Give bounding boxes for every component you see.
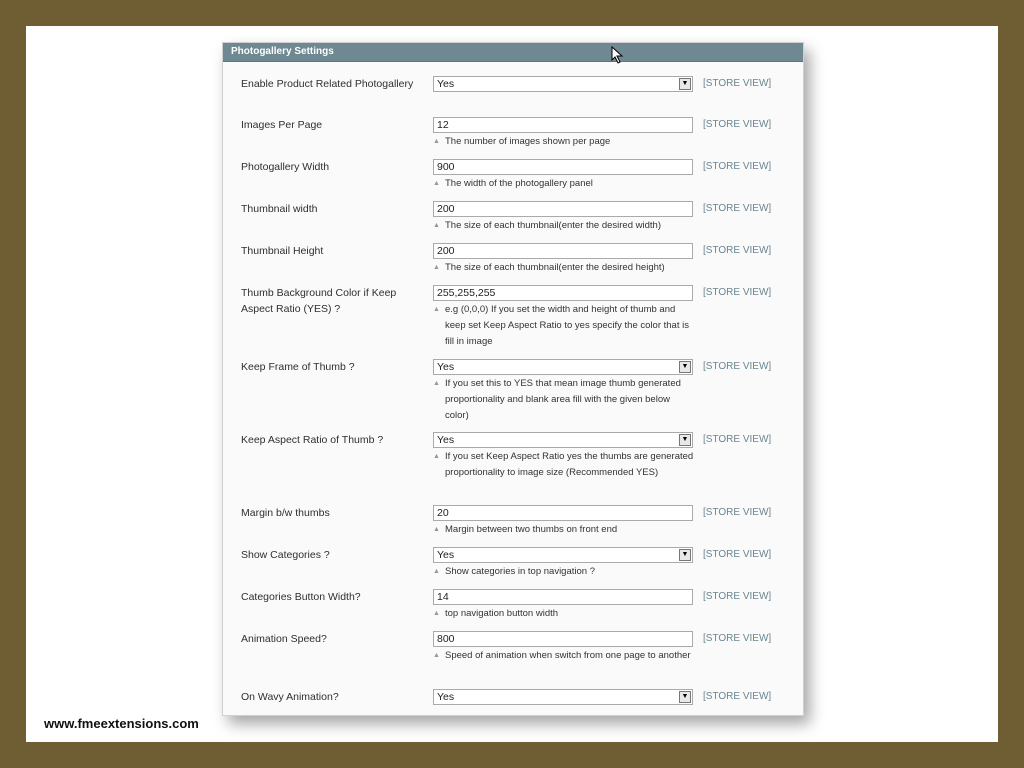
setting-label: Images Per Page <box>241 119 323 131</box>
note-triangle-icon: ▲ <box>433 222 440 229</box>
setting-label: Thumb Background Color if Keep Aspect Ra… <box>241 287 397 315</box>
field-note: ▲ e.g (0,0,0) If you set the width and h… <box>433 302 695 350</box>
note-text: top navigation button width <box>445 608 559 619</box>
setting-label: Animation Speed? <box>241 633 327 645</box>
note-text: The size of each thumbnail(enter the des… <box>445 262 665 273</box>
animation-speed-input[interactable]: 800 <box>433 631 693 647</box>
show-categories-select[interactable]: Yes ▼ <box>433 547 693 563</box>
photogallery-settings-panel: Photogallery Settings Enable Product Rel… <box>222 42 804 716</box>
photogallery-width-input[interactable]: 900 <box>433 159 693 175</box>
setting-label: Show Categories ? <box>241 549 330 561</box>
field-note: ▲ The size of each thumbnail(enter the d… <box>433 218 695 234</box>
note-triangle-icon: ▲ <box>433 652 440 659</box>
note-triangle-icon: ▲ <box>433 264 440 271</box>
note-text: Show categories in top navigation ? <box>445 566 595 577</box>
note-triangle-icon: ▲ <box>433 453 440 460</box>
select-value: Yes <box>437 434 455 446</box>
note-text: The width of the photogallery panel <box>445 178 593 189</box>
dropdown-arrow-icon[interactable]: ▼ <box>679 691 691 703</box>
note-triangle-icon: ▲ <box>433 610 440 617</box>
dropdown-arrow-icon[interactable]: ▼ <box>679 434 691 446</box>
scope-label: [STORE VIEW] <box>703 434 772 445</box>
note-text: Speed of animation when switch from one … <box>445 650 691 661</box>
field-note: ▲ If you set Keep Aspect Ratio yes the t… <box>433 449 695 481</box>
images-per-page-input[interactable]: 12 <box>433 117 693 133</box>
select-value: Yes <box>437 361 455 373</box>
dropdown-arrow-icon[interactable]: ▼ <box>679 361 691 373</box>
select-value: Yes <box>437 549 455 561</box>
thumbnail-height-input[interactable]: 200 <box>433 243 693 259</box>
setting-label: Keep Frame of Thumb ? <box>241 361 355 373</box>
setting-label: On Wavy Animation? <box>241 691 339 703</box>
setting-label: Thumbnail width <box>241 203 318 215</box>
field-note: ▲ The width of the photogallery panel <box>433 176 695 192</box>
select-value: Yes <box>437 78 455 90</box>
note-text: If you set this to YES that mean image t… <box>445 378 681 421</box>
note-text: e.g (0,0,0) If you set the width and hei… <box>445 304 689 347</box>
setting-label: Thumbnail Height <box>241 245 324 257</box>
note-text: The number of images shown per page <box>445 136 611 147</box>
note-triangle-icon: ▲ <box>433 526 440 533</box>
wavy-animation-select[interactable]: Yes ▼ <box>433 689 693 705</box>
enable-photogallery-select[interactable]: Yes ▼ <box>433 76 693 92</box>
field-note: ▲ If you set this to YES that mean image… <box>433 376 695 424</box>
field-note: ▲ Margin between two thumbs on front end <box>433 522 695 538</box>
setting-label: Keep Aspect Ratio of Thumb ? <box>241 434 384 446</box>
dropdown-arrow-icon[interactable]: ▼ <box>679 549 691 561</box>
thumb-background-color-input[interactable]: 255,255,255 <box>433 285 693 301</box>
setting-label: Enable Product Related Photogallery <box>241 78 414 90</box>
field-note: ▲ The number of images shown per page <box>433 134 695 150</box>
scope-label: [STORE VIEW] <box>703 591 772 602</box>
panel-title[interactable]: Photogallery Settings <box>223 43 803 62</box>
note-text: If you set Keep Aspect Ratio yes the thu… <box>445 451 694 478</box>
note-text: Margin between two thumbs on front end <box>445 524 618 535</box>
footer-website-link[interactable]: www.fmeextensions.com <box>44 716 199 731</box>
scope-label: [STORE VIEW] <box>703 161 772 172</box>
keep-aspect-ratio-select[interactable]: Yes ▼ <box>433 432 693 448</box>
note-triangle-icon: ▲ <box>433 306 440 313</box>
field-note: ▲ The size of each thumbnail(enter the d… <box>433 260 695 276</box>
scope-label: [STORE VIEW] <box>703 549 772 560</box>
categories-button-width-input[interactable]: 14 <box>433 589 693 605</box>
scope-label: [STORE VIEW] <box>703 691 772 702</box>
dropdown-arrow-icon[interactable]: ▼ <box>679 78 691 90</box>
note-triangle-icon: ▲ <box>433 380 440 387</box>
setting-label: Categories Button Width? <box>241 591 361 603</box>
slide-canvas: Photogallery Settings Enable Product Rel… <box>26 26 998 742</box>
mouse-pointer-icon <box>611 46 624 64</box>
scope-label: [STORE VIEW] <box>703 203 772 214</box>
scope-label: [STORE VIEW] <box>703 361 772 372</box>
note-triangle-icon: ▲ <box>433 568 440 575</box>
note-triangle-icon: ▲ <box>433 138 440 145</box>
field-note: ▲ top navigation button width <box>433 606 695 622</box>
select-value: Yes <box>437 691 455 703</box>
scope-label: [STORE VIEW] <box>703 245 772 256</box>
scope-label: [STORE VIEW] <box>703 507 772 518</box>
thumbnail-width-input[interactable]: 200 <box>433 201 693 217</box>
setting-label: Margin b/w thumbs <box>241 507 330 519</box>
scope-label: [STORE VIEW] <box>703 287 772 298</box>
note-triangle-icon: ▲ <box>433 180 440 187</box>
field-note: ▲ Speed of animation when switch from on… <box>433 648 695 664</box>
field-note: ▲ Show categories in top navigation ? <box>433 564 695 580</box>
margin-thumbs-input[interactable]: 20 <box>433 505 693 521</box>
note-text: The size of each thumbnail(enter the des… <box>445 220 661 231</box>
keep-frame-of-thumb-select[interactable]: Yes ▼ <box>433 359 693 375</box>
scope-label: [STORE VIEW] <box>703 633 772 644</box>
setting-label: Photogallery Width <box>241 161 330 173</box>
scope-label: [STORE VIEW] <box>703 78 772 89</box>
scope-label: [STORE VIEW] <box>703 119 772 130</box>
